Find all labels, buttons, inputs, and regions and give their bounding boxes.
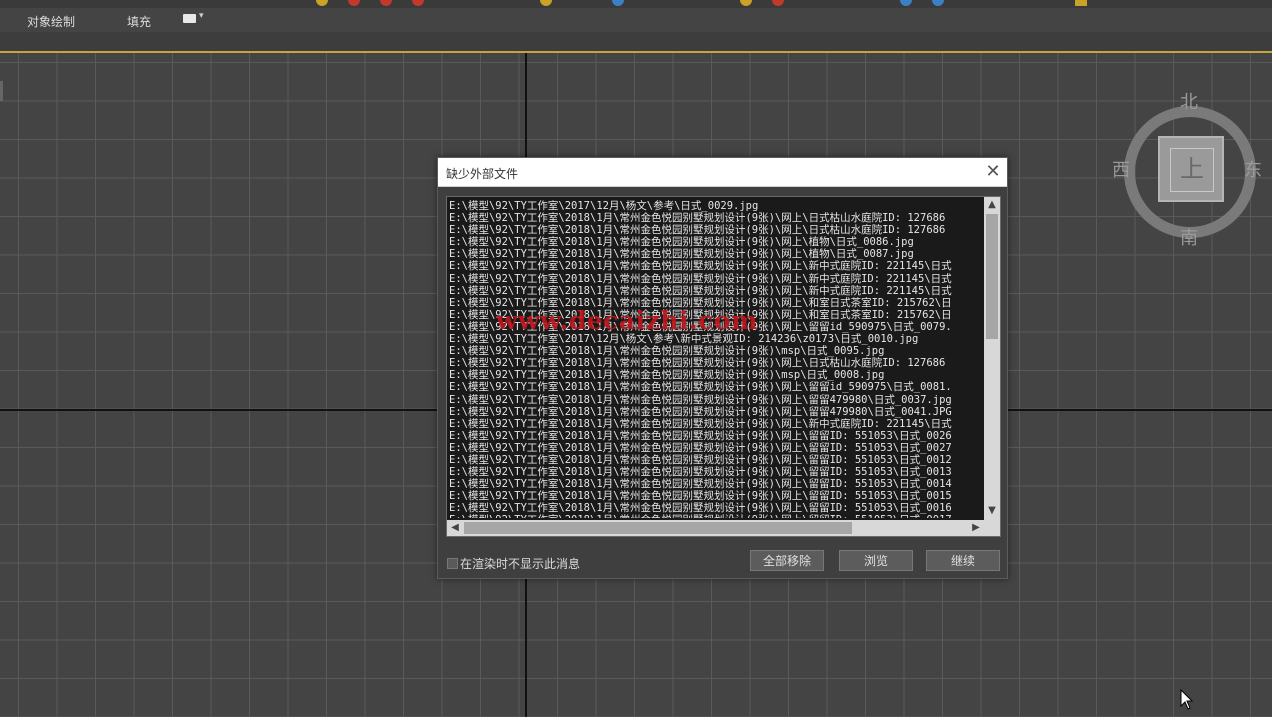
compass-north[interactable]: 北 xyxy=(1180,88,1198,114)
toolbar-icon[interactable] xyxy=(932,0,944,6)
main-toolbar xyxy=(0,0,1272,8)
toolbar-icon[interactable] xyxy=(900,0,912,6)
missing-file-entry[interactable]: E:\模型\92\TY工作室\2018\1月\常州金色悦园别墅规划设计(9张)\… xyxy=(449,394,981,406)
dialog-title-bar[interactable]: 缺少外部文件 ✕ xyxy=(438,158,1007,187)
missing-file-entry[interactable]: E:\模型\92\TY工作室\2018\1月\常州金色悦园别墅规划设计(9张)\… xyxy=(449,224,981,236)
scroll-right-icon[interactable]: ▶ xyxy=(968,520,984,536)
close-icon[interactable]: ✕ xyxy=(982,161,1004,183)
missing-file-entry[interactable]: E:\模型\92\TY工作室\2018\1月\常州金色悦园别墅规划设计(9张)\… xyxy=(449,248,981,260)
horizontal-scrollbar[interactable]: ◀ ▶ xyxy=(447,520,984,536)
compass-west[interactable]: 西 xyxy=(1112,156,1130,182)
vertical-scroll-thumb[interactable] xyxy=(986,214,998,339)
missing-file-entry[interactable]: E:\模型\92\TY工作室\2018\1月\常州金色悦园别墅规划设计(9张)\… xyxy=(449,285,981,297)
missing-external-files-dialog: 缺少外部文件 ✕ E:\模型\92\TY工作室\2017\12月\杨文\参考\日… xyxy=(437,157,1008,579)
viewcube-face-top[interactable]: 上 xyxy=(1170,148,1214,192)
toolbar-icon[interactable] xyxy=(380,0,392,6)
toolbar-icon[interactable] xyxy=(612,0,624,6)
missing-file-entry[interactable]: E:\模型\92\TY工作室\2018\1月\常州金色悦园别墅规划设计(9张)\… xyxy=(449,236,981,248)
viewcube[interactable]: 上 北 南 东 西 xyxy=(1112,88,1272,250)
dialog-title: 缺少外部文件 xyxy=(446,167,519,181)
missing-file-entry[interactable]: E:\模型\92\TY工作室\2017\12月\杨文\参考\日式_0029.jp… xyxy=(449,200,981,212)
toolbar-icon[interactable] xyxy=(316,0,328,6)
toolbar-icon[interactable] xyxy=(772,0,784,6)
compass-south[interactable]: 南 xyxy=(1180,224,1198,250)
toolbar-icon[interactable] xyxy=(1075,0,1087,6)
missing-file-entry[interactable]: E:\模型\92\TY工作室\2018\1月\常州金色悦园别墅规划设计(9张)\… xyxy=(449,381,981,393)
scroll-down-icon[interactable]: ▼ xyxy=(984,503,1000,519)
missing-file-list[interactable]: E:\模型\92\TY工作室\2017\12月\杨文\参考\日式_0029.jp… xyxy=(446,196,1001,537)
ribbon-tab-populate[interactable]: 填充 xyxy=(127,13,151,30)
missing-file-entry[interactable]: E:\模型\92\TY工作室\2018\1月\常州金色悦园别墅规划设计(9张)\… xyxy=(449,260,981,272)
missing-file-entry[interactable]: E:\模型\92\TY工作室\2018\1月\常州金色悦园别墅规划设计(9张)\… xyxy=(449,478,981,490)
scroll-up-icon[interactable]: ▲ xyxy=(984,197,1000,213)
missing-file-entry[interactable]: E:\模型\92\TY工作室\2018\1月\常州金色悦园别墅规划设计(9张)\… xyxy=(449,454,981,466)
missing-file-entry[interactable]: E:\模型\92\TY工作室\2018\1月\常州金色悦园别墅规划设计(9张)\… xyxy=(449,514,981,518)
missing-file-entry[interactable]: E:\模型\92\TY工作室\2018\1月\常州金色悦园别墅规划设计(9张)\… xyxy=(449,369,981,381)
toolbar-icon[interactable] xyxy=(348,0,360,6)
missing-file-entry[interactable]: E:\模型\92\TY工作室\2018\1月\常州金色悦园别墅规划设计(9张)\… xyxy=(449,502,981,514)
browse-button[interactable]: 浏览 xyxy=(839,550,913,571)
vertical-scrollbar[interactable]: ▲ ▼ xyxy=(984,197,1000,520)
remove-all-button[interactable]: 全部移除 xyxy=(750,550,824,571)
watermark: www.decaizhi.com xyxy=(496,306,758,335)
missing-file-entry[interactable]: E:\模型\92\TY工作室\2018\1月\常州金色悦园别墅规划设计(9张)\… xyxy=(449,430,981,442)
ribbon-panel xyxy=(0,32,1272,52)
viewport-handle xyxy=(0,81,3,101)
missing-file-entry[interactable]: E:\模型\92\TY工作室\2018\1月\常州金色悦园别墅规划设计(9张)\… xyxy=(449,345,981,357)
missing-file-entry[interactable]: E:\模型\92\TY工作室\2018\1月\常州金色悦园别墅规划设计(9张)\… xyxy=(449,406,981,418)
missing-file-entry[interactable]: E:\模型\92\TY工作室\2018\1月\常州金色悦园别墅规划设计(9张)\… xyxy=(449,442,981,454)
missing-file-entry[interactable]: E:\模型\92\TY工作室\2018\1月\常州金色悦园别墅规划设计(9张)\… xyxy=(449,418,981,430)
toolbar-icon[interactable] xyxy=(540,0,552,6)
chevron-down-icon[interactable]: ▾ xyxy=(199,11,204,21)
ribbon-bar: 对象绘制 填充 ▾ xyxy=(0,8,1272,32)
toolbar-icon[interactable] xyxy=(740,0,752,6)
toolbar-icon[interactable] xyxy=(412,0,424,6)
missing-file-entry[interactable]: E:\模型\92\TY工作室\2018\1月\常州金色悦园别墅规划设计(9张)\… xyxy=(449,357,981,369)
ribbon-tab-object-paint[interactable]: 对象绘制 xyxy=(27,13,75,30)
missing-file-entry[interactable]: E:\模型\92\TY工作室\2018\1月\常州金色悦园别墅规划设计(9张)\… xyxy=(449,273,981,285)
horizontal-scroll-thumb[interactable] xyxy=(464,522,852,534)
mouse-cursor-icon xyxy=(1180,689,1194,710)
scroll-left-icon[interactable]: ◀ xyxy=(447,520,463,536)
dont-show-checkbox[interactable] xyxy=(447,558,458,569)
missing-file-entry[interactable]: E:\模型\92\TY工作室\2018\1月\常州金色悦园别墅规划设计(9张)\… xyxy=(449,466,981,478)
dont-show-label[interactable]: 在渲染时不显示此消息 xyxy=(460,555,580,572)
missing-file-entry[interactable]: E:\模型\92\TY工作室\2018\1月\常州金色悦园别墅规划设计(9张)\… xyxy=(449,212,981,224)
file-list-content[interactable]: E:\模型\92\TY工作室\2017\12月\杨文\参考\日式_0029.jp… xyxy=(449,200,981,518)
missing-file-entry[interactable]: E:\模型\92\TY工作室\2018\1月\常州金色悦园别墅规划设计(9张)\… xyxy=(449,490,981,502)
compass-east[interactable]: 东 xyxy=(1244,156,1262,182)
scrollbar-corner xyxy=(984,520,1000,536)
continue-button[interactable]: 继续 xyxy=(926,550,1000,571)
viewcube-cube[interactable]: 上 xyxy=(1158,136,1224,202)
ribbon-options-icon[interactable] xyxy=(183,14,196,23)
